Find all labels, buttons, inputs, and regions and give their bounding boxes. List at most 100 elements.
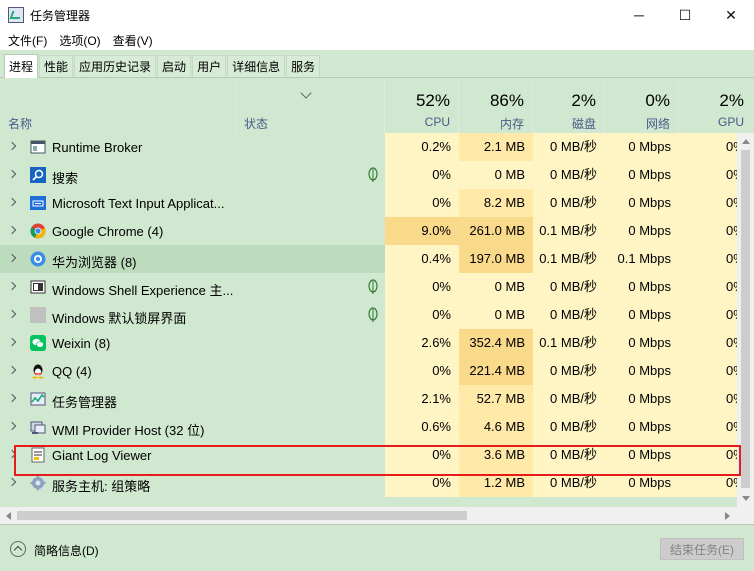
disk-cell: 0 MB/秒 [533,189,605,217]
log-viewer-icon [30,447,46,463]
chevron-right-icon[interactable] [7,253,17,263]
scroll-down-icon[interactable] [742,496,750,501]
column-memory[interactable]: 86% 内存 [459,79,533,133]
menu-view[interactable]: 查看(V) [109,32,161,49]
table-row[interactable]: 服务主机: 组策略0%1.2 MB0 MB/秒0 Mbps0% [0,469,754,497]
network-cell: 0 Mbps [605,133,679,161]
table-row[interactable]: Microsoft Text Input Applicat... 0% 8.2 MB… [0,189,754,217]
tab-details[interactable]: 详细信息 [227,55,286,77]
table-row[interactable]: QQ (4)0%221.4 MB0 MB/秒0 Mbps0% [0,357,754,385]
memory-cell: 4.6 MB [459,413,533,441]
chevron-right-icon[interactable] [7,281,17,291]
table-row[interactable]: Windows Shell Experience 主... 0% 0 MB 0 MB/… [0,273,754,301]
column-status-label: 状态 [244,117,269,131]
gpu-cell: 0% [679,245,737,273]
column-name-label: 名称 [8,117,33,131]
cpu-cell: 2.1% [385,385,459,413]
network-cell: 0 Mbps [605,273,679,301]
network-cell: 0 Mbps [605,357,679,385]
chevron-right-icon[interactable] [7,393,17,403]
table-row[interactable]: Google Chrome (4) 9.0% 261.0 MB 0.1 MB/秒 0 M… [0,217,754,245]
close-button[interactable]: ✕ [708,0,754,30]
tab-performance[interactable]: 性能 [39,55,74,77]
network-cell: 0.1 Mbps [605,245,679,273]
menu-options[interactable]: 选项(O) [55,32,108,49]
end-task-button[interactable]: 结束任务(E) [660,538,744,560]
column-status[interactable]: 状态 [236,79,385,133]
chevron-up-circle-icon[interactable] [10,541,26,557]
memory-cell: 8.2 MB [459,189,533,217]
chrome-icon [30,223,46,239]
chevron-right-icon[interactable] [7,197,17,207]
horizontal-scrollbar[interactable] [0,507,754,524]
fewer-details-link[interactable]: 简略信息(D) [34,542,99,559]
tab-services[interactable]: 服务 [286,55,321,77]
table-row[interactable]: Weixin (8) 2.6%352.4 MB0.1 MB/秒0 Mbps0% [0,329,754,357]
table-row[interactable]: Giant Log Viewer0%3.6 MB0 MB/秒0 Mbps0% [0,441,754,469]
chevron-right-icon[interactable] [7,337,17,347]
disk-cell: 0.1 MB/秒 [533,245,605,273]
chevron-right-icon[interactable] [7,477,17,487]
menu-bar: 文件(F) 选项(O) 查看(V) [0,30,754,50]
cpu-cell: 0.6% [385,413,459,441]
cpu-cell: 0% [385,441,459,469]
network-cell: 0 Mbps [605,385,679,413]
table-row[interactable]: 任务管理器 2.1%52.7 MB0 MB/秒0 Mbps0% [0,385,754,413]
gpu-cell: 0% [679,161,737,189]
column-gpu[interactable]: 2% GPU [679,79,754,133]
memory-cell: 1.2 MB [459,469,533,497]
maximize-button[interactable]: ☐ [662,0,708,30]
chevron-right-icon[interactable] [7,449,17,459]
tab-app-history[interactable]: 应用历史记录 [74,55,157,77]
chevron-right-icon[interactable] [7,225,17,235]
tab-startup[interactable]: 启动 [157,55,192,77]
process-name: Windows 默认锁屏界面 [52,311,187,326]
gpu-cell: 0% [679,133,737,161]
chevron-right-icon[interactable] [7,169,17,179]
gpu-cell: 0% [679,357,737,385]
column-disk[interactable]: 2% 磁盘 [533,79,605,133]
gpu-cell: 0% [679,385,737,413]
scroll-up-icon[interactable] [742,139,750,144]
table-row[interactable]: 搜索0%0 MB0 MB/秒0 Mbps0% [0,161,754,189]
network-cell: 0 Mbps [605,413,679,441]
cpu-cell: 0.2% [385,133,459,161]
chevron-right-icon[interactable] [7,421,17,431]
process-rows: Runtime Broker0.2%2.1 MB0 MB/秒0 Mbps0% 搜索… [0,133,754,497]
chevron-right-icon[interactable] [7,141,17,151]
column-cpu[interactable]: 52% CPU [385,79,459,133]
chevron-right-icon[interactable] [7,365,17,375]
cpu-cell: 0% [385,273,459,301]
process-name: 搜索 [52,171,79,186]
leaf-icon [368,279,378,295]
table-row[interactable]: Runtime Broker 0.2%2.1 MB0 MB/秒0 Mbps0% [0,133,754,161]
window-title: 任务管理器 [30,8,91,23]
tab-processes[interactable]: 进程 [4,54,39,78]
disk-cell: 0 MB/秒 [533,385,605,413]
title-bar: 任务管理器 ─ ☐ ✕ [0,0,754,30]
gpu-label: GPU [717,115,744,129]
vertical-scrollbar[interactable] [737,133,754,507]
column-network[interactable]: 0% 网络 [605,79,679,133]
column-name[interactable]: 名称 [0,79,236,133]
qq-icon [30,363,46,379]
table-row[interactable]: Windows 默认锁屏界面0%0 MB0 MB/秒0 Mbps0% [0,301,754,329]
process-name: 服务主机: 组策略 [52,479,151,494]
minimize-button[interactable]: ─ [616,0,662,30]
network-cell: 0 Mbps [605,441,679,469]
tab-users[interactable]: 用户 [192,55,227,77]
table-row[interactable]: 华为浏览器 (8) 0.4%197.0 MB0.1 MB/秒0.1 Mbps0% [0,245,754,273]
memory-cell: 352.4 MB [459,329,533,357]
scroll-right-icon[interactable] [725,512,730,520]
scroll-left-icon[interactable] [6,512,11,520]
lockscreen-icon [30,307,46,323]
horizontal-scroll-thumb[interactable] [17,511,467,520]
chevron-right-icon[interactable] [7,309,17,319]
task-manager-icon [30,391,46,407]
disk-cell: 0.1 MB/秒 [533,329,605,357]
memory-cell: 2.1 MB [459,133,533,161]
table-row[interactable]: WMI Provider Host (32 位) 0.6% 4.6 MB 0 MB/秒… [0,413,754,441]
menu-file[interactable]: 文件(F) [4,32,55,49]
vertical-scroll-thumb[interactable] [741,150,750,488]
disk-cell: 0 MB/秒 [533,133,605,161]
